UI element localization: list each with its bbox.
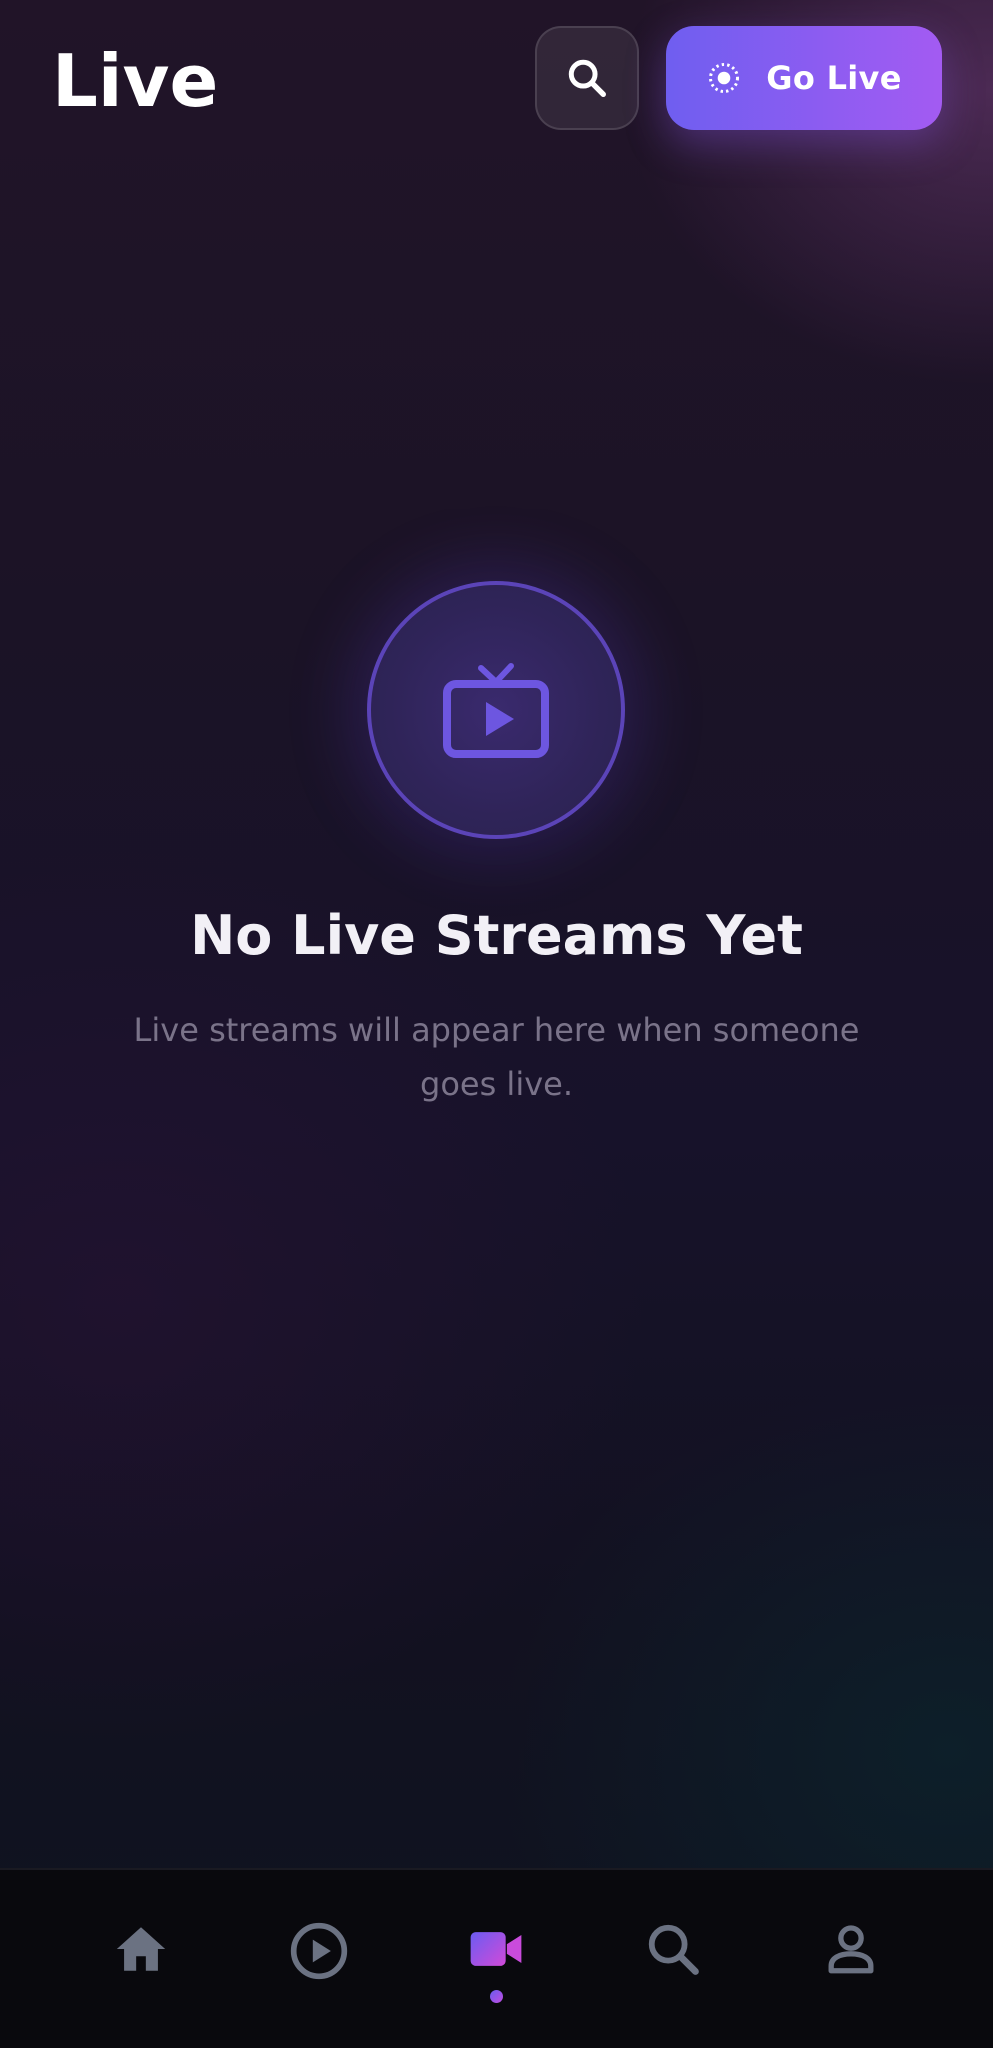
nav-home[interactable] bbox=[91, 1920, 191, 2010]
page-title: Live bbox=[52, 39, 219, 123]
play-circle-icon bbox=[290, 1922, 348, 1980]
go-live-label: Go Live bbox=[766, 59, 902, 97]
live-broadcast-icon bbox=[709, 63, 740, 93]
empty-state-illustration bbox=[367, 581, 625, 839]
profile-icon bbox=[828, 1925, 874, 1974]
tv-play-icon bbox=[443, 663, 549, 758]
search-button[interactable] bbox=[535, 26, 639, 130]
go-live-button[interactable]: Go Live bbox=[666, 26, 942, 130]
live-screen: Live Go Live No Live Streams Yet Live st… bbox=[0, 0, 993, 2048]
empty-state-title: No Live Streams Yet bbox=[190, 904, 803, 967]
active-tab-indicator bbox=[490, 1990, 503, 2003]
empty-state-subtitle: Live streams will appear here when someo… bbox=[133, 1011, 860, 1103]
nav-search[interactable] bbox=[623, 1920, 723, 2010]
home-icon bbox=[116, 1927, 166, 1971]
nav-videos[interactable] bbox=[269, 1920, 369, 2010]
search-icon bbox=[648, 1924, 699, 1975]
bottom-nav bbox=[0, 1868, 993, 2048]
video-camera-icon bbox=[470, 1932, 522, 1966]
search-icon bbox=[568, 59, 606, 97]
nav-profile[interactable] bbox=[801, 1920, 901, 2010]
